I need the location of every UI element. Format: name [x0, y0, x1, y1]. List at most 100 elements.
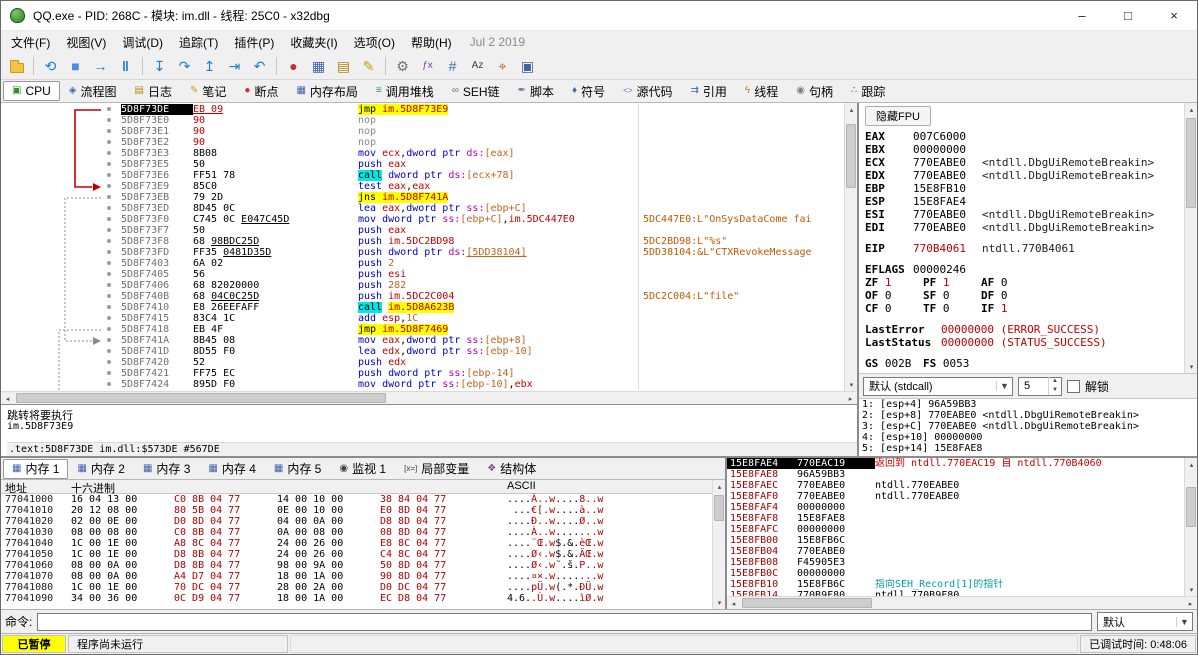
stack-row[interactable]: 15E8FAF400000000 — [727, 502, 1184, 513]
dump-row[interactable]: 7704101020 12 08 0080 5B 04 770E 00 10 0… — [1, 505, 712, 516]
stack-row[interactable]: 15E8FB0C00000000 — [727, 568, 1184, 579]
dump-row[interactable]: 7704109034 00 36 000C D9 04 7718 00 1A 0… — [1, 593, 712, 604]
menu-item[interactable]: 插件(P) — [226, 31, 282, 54]
register-row[interactable]: EBP15E8FB10 — [865, 182, 1184, 195]
scroll-thumb[interactable] — [1186, 487, 1196, 527]
scroll-track[interactable] — [740, 597, 1184, 609]
notes-button[interactable]: ✎ — [356, 55, 381, 78]
tab-threads[interactable]: ϟ线程 — [736, 81, 787, 101]
assemble-button[interactable]: ƒx — [415, 55, 440, 78]
registers-vertical-scrollbar[interactable]: ▴ ▾ — [1184, 103, 1197, 373]
scroll-track[interactable] — [1185, 116, 1197, 360]
stack-row[interactable]: 15E8FB1015E8FB6C指向SEH_Record[1]的指针 — [727, 579, 1184, 590]
tab-seh-chain[interactable]: ∞SEH链 — [443, 81, 509, 101]
menu-item[interactable]: 调试(D) — [114, 31, 171, 54]
dump-row[interactable]: 7704107008 00 0A 00A4 D7 04 7718 00 1A 0… — [1, 571, 712, 582]
tab-memory-2[interactable]: ▦内存 2 — [68, 459, 133, 479]
tab-memory-map[interactable]: ▦内存布局 — [287, 81, 366, 101]
tab-script[interactable]: ✒脚本 — [509, 81, 563, 101]
stack-row[interactable]: 15E8FAEC770EABE0ntdll.770EABE0 — [727, 480, 1184, 491]
disassembly-horizontal-scrollbar[interactable]: ◂ ▸ — [1, 391, 857, 404]
argument-row[interactable]: 1: [esp+4] 96A59BB3 — [862, 399, 1197, 410]
disasm-row[interactable]: 5D8F73E190nop — [1, 126, 844, 137]
stack-row[interactable]: 15E8FAE896A59BB3 — [727, 469, 1184, 480]
flags-row[interactable]: ZF 1PF 1AF 0 — [865, 276, 1184, 289]
disasm-row[interactable]: 5D8F73F868 98BDC25Dpush im.5DC2BD985DC2B… — [1, 236, 844, 247]
disasm-row[interactable]: 5D8F741D8D55 F0lea edx,dword ptr ss:[ebp… — [1, 346, 844, 357]
scroll-thumb[interactable] — [714, 495, 724, 521]
disasm-row[interactable]: 5D8F7410E8 26EEFAFFcall im.5D8A623B — [1, 302, 844, 313]
register-row[interactable]: EBX00000000 — [865, 143, 1184, 156]
scroll-down-arrow[interactable]: ▾ — [713, 596, 726, 609]
tab-memory-3[interactable]: ▦内存 3 — [134, 459, 199, 479]
disasm-row[interactable]: 5D8F73FDFF35 0481D35Dpush dword ptr ds:[… — [1, 247, 844, 258]
stack-horizontal-scrollbar[interactable]: ◂ ▸ — [727, 596, 1197, 609]
scroll-thumb[interactable] — [846, 124, 856, 188]
close-button[interactable]: × — [1151, 1, 1197, 31]
stack-row[interactable]: 15E8FB0015E8FB6C — [727, 535, 1184, 546]
register-row[interactable]: LastStatus00000000 (STATUS_SUCCESS) — [865, 336, 1184, 349]
disasm-row[interactable]: 5D8F7418EB 4Fjmp im.5D8F7469 — [1, 324, 844, 335]
windows-button[interactable]: ▣ — [515, 55, 540, 78]
stop-button[interactable]: ■ — [63, 55, 88, 78]
tab-memory-4[interactable]: ▦内存 4 — [199, 459, 264, 479]
argument-row[interactable]: 2: [esp+8] 770EABE0 <ntdll.DbgUiRemoteBr… — [862, 410, 1197, 421]
dump-row[interactable]: 7704106008 00 0A 00D8 8B 04 7798 00 9A 0… — [1, 560, 712, 571]
scroll-track[interactable] — [845, 116, 857, 378]
stepper-arrows[interactable]: ▲▼ — [1048, 377, 1061, 395]
settings-button[interactable]: ⚙ — [390, 55, 415, 78]
disasm-row[interactable]: 5D8F73E290nop — [1, 137, 844, 148]
memory-map-button[interactable]: ▦ — [306, 55, 331, 78]
tab-cpu[interactable]: ▣CPU — [3, 81, 60, 101]
disasm-row[interactable]: 5D8F73ED8D45 0Clea eax,dword ptr ss:[ebp… — [1, 203, 844, 214]
disasm-row[interactable]: 5D8F73E985C0test eax,eax — [1, 181, 844, 192]
menu-item[interactable]: 选项(O) — [346, 31, 403, 54]
stack-rows[interactable]: 15E8FAE4770EAC19返回到 ntdll.770EAC19 自 ntd… — [727, 458, 1184, 596]
disassembly-vertical-scrollbar[interactable]: ▴ ▾ — [844, 103, 857, 391]
registers-view[interactable]: 隐藏FPU EAX007C6000EBX00000000ECX770EABE0<… — [859, 103, 1184, 373]
scroll-down-arrow[interactable]: ▾ — [1185, 360, 1198, 373]
scroll-up-arrow[interactable]: ▴ — [1185, 458, 1198, 471]
tab-trace[interactable]: ∴跟踪 — [842, 81, 894, 101]
tab-references[interactable]: ⇉引用 — [682, 81, 736, 101]
argument-row[interactable]: 5: [esp+14] 15E8FAE8 — [862, 443, 1197, 454]
disasm-row[interactable]: 5D8F7421FF75 ECpush dword ptr ss:[ebp-14… — [1, 368, 844, 379]
tab-notes[interactable]: ✎笔记 — [181, 81, 235, 101]
scroll-thumb[interactable] — [16, 393, 386, 403]
disasm-row[interactable]: 5D8F73E6FF51 78call dword ptr ds:[ecx+78… — [1, 170, 844, 181]
register-row[interactable]: ESP15E8FAE4 — [865, 195, 1184, 208]
tab-call-stack[interactable]: ≡调用堆栈 — [367, 81, 443, 101]
stepper-up-icon[interactable]: ▲ — [1049, 377, 1061, 386]
scroll-down-arrow[interactable]: ▾ — [1185, 583, 1198, 596]
disasm-row[interactable]: 5D8F740668 82020000push 282 — [1, 280, 844, 291]
scroll-thumb[interactable] — [1186, 118, 1196, 208]
scroll-track[interactable] — [14, 392, 844, 404]
tab-memory-5[interactable]: ▦内存 5 — [265, 459, 330, 479]
patches-button[interactable]: # — [440, 55, 465, 78]
scroll-track[interactable] — [713, 493, 725, 596]
goto-button[interactable]: ⌖ — [490, 55, 515, 78]
disasm-row[interactable]: 5D8F74036A 02push 2 — [1, 258, 844, 269]
register-row[interactable]: EDX770EABE0<ntdll.DbgUiRemoteBreakin> — [865, 169, 1184, 182]
dump-row[interactable]: 7704100016 04 13 00C0 8B 04 7714 00 10 0… — [1, 494, 712, 505]
menu-item[interactable]: 视图(V) — [58, 31, 114, 54]
disasm-row[interactable]: 5D8F741A8B45 08mov eax,dword ptr ss:[ebp… — [1, 335, 844, 346]
dump-row[interactable]: 770410401C 00 1E 00A8 8C 04 7724 00 26 0… — [1, 538, 712, 549]
flags-row[interactable]: CF 0TF 0IF 1 — [865, 302, 1184, 315]
register-row[interactable]: LastError00000000 (ERROR_SUCCESS) — [865, 323, 1184, 336]
command-input[interactable] — [37, 613, 1092, 631]
register-row[interactable]: EIP770B4061ntdll.770B4061 — [865, 242, 1184, 255]
scroll-up-arrow[interactable]: ▴ — [713, 480, 726, 493]
open-file-button[interactable] — [4, 55, 29, 78]
tab-graph[interactable]: ◈流程图 — [60, 81, 126, 101]
dump-row[interactable]: 7704102002 00 0E 00D0 8D 04 7704 00 0A 0… — [1, 516, 712, 527]
register-row[interactable]: ESI770EABE0<ntdll.DbgUiRemoteBreakin> — [865, 208, 1184, 221]
trace-back-button[interactable]: ↶ — [247, 55, 272, 78]
scroll-track[interactable] — [1185, 471, 1197, 583]
run-button[interactable]: → — [88, 55, 113, 78]
tab-symbols[interactable]: ♦符号 — [563, 81, 614, 101]
disasm-row[interactable]: 5D8F742052push edx — [1, 357, 844, 368]
tab-watch-1[interactable]: ◉监视 1 — [330, 459, 395, 479]
stepper-down-icon[interactable]: ▼ — [1049, 386, 1061, 395]
menu-item[interactable]: 追踪(T) — [171, 31, 226, 54]
